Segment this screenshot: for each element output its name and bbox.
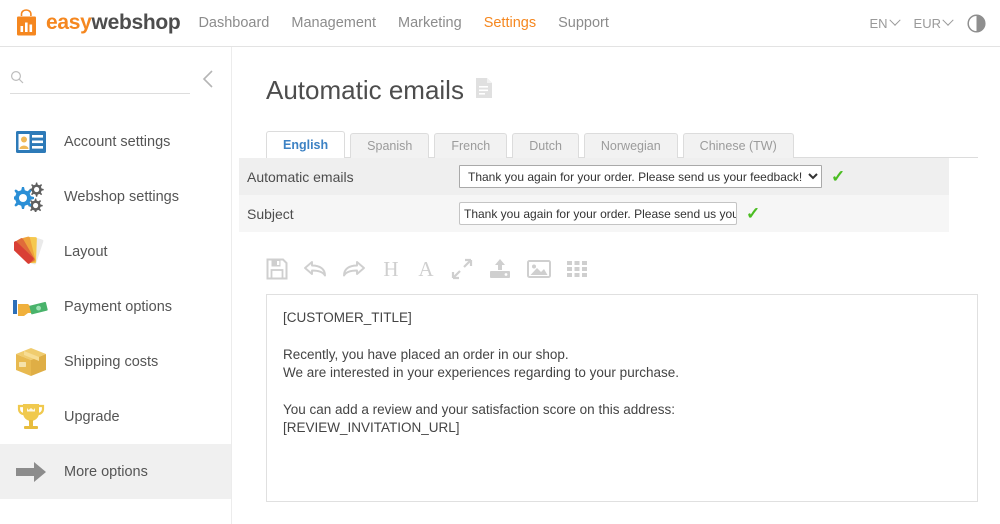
tab-chinese-tw[interactable]: Chinese (TW): [682, 133, 794, 158]
save-icon[interactable]: [266, 258, 288, 280]
hand-money-icon: [12, 288, 50, 326]
tab-spanish[interactable]: Spanish: [350, 133, 430, 158]
currency-selector[interactable]: EUR: [913, 14, 954, 31]
sidebar-item-label: Webshop settings: [64, 188, 179, 205]
chevron-left-icon[interactable]: [190, 69, 221, 94]
trophy-icon: [12, 398, 50, 436]
arrow-right-icon: [12, 453, 50, 491]
tab-french[interactable]: French: [434, 133, 508, 158]
subject-input[interactable]: [459, 202, 737, 225]
package-box-icon: [12, 343, 50, 381]
sidebar: Account settings Webshop settings Layout…: [0, 47, 232, 524]
nav-item-management[interactable]: Management: [291, 15, 376, 31]
page-title-row: Automatic emails: [232, 47, 1000, 106]
automatic-emails-select[interactable]: Thank you again for your order. Please s…: [459, 165, 822, 188]
sidebar-search-row: [0, 47, 231, 94]
image-icon[interactable]: [527, 258, 551, 280]
green-check-icon: ✓: [831, 167, 846, 186]
tab-dutch[interactable]: Dutch: [512, 133, 579, 158]
nav-item-dashboard[interactable]: Dashboard: [198, 15, 269, 31]
editor-spacer: [283, 383, 961, 401]
green-check-icon: ✓: [746, 204, 761, 223]
email-body-editor[interactable]: [CUSTOMER_TITLE] Recently, you have plac…: [266, 294, 978, 502]
tab-norwegian[interactable]: Norwegian: [583, 133, 678, 158]
language-selector[interactable]: EN: [869, 14, 901, 31]
form-row-automatic-emails: Automatic emails Thank you again for you…: [239, 158, 949, 195]
sidebar-item-layout[interactable]: Layout: [0, 224, 231, 279]
svg-text:A: A: [418, 258, 434, 280]
tab-english[interactable]: English: [266, 131, 346, 158]
search-input[interactable]: [30, 72, 190, 86]
sidebar-item-label: Account settings: [64, 133, 171, 150]
editor-toolbar: H A: [266, 252, 1000, 286]
main-content: Automatic emails English Spanish French …: [232, 47, 1000, 524]
settings-form: Automatic emails Thank you again for you…: [239, 158, 949, 232]
sidebar-item-more-options[interactable]: More options: [0, 444, 231, 499]
chevron-down-icon: [888, 14, 901, 26]
sidebar-item-account-settings[interactable]: Account settings: [0, 114, 231, 169]
gears-icon: [12, 178, 50, 216]
form-label: Automatic emails: [247, 168, 354, 185]
editor-line-review-url: [REVIEW_INVITATION_URL]: [283, 420, 460, 435]
sidebar-item-label: Upgrade: [64, 408, 120, 425]
upload-icon[interactable]: [488, 258, 512, 280]
top-header-bar: easywebshop Dashboard Management Marketi…: [0, 0, 1000, 47]
sidebar-item-payment-options[interactable]: Payment options: [0, 279, 231, 334]
form-control: Thank you again for your order. Please s…: [459, 165, 845, 188]
form-row-subject: Subject ✓: [239, 195, 949, 232]
nav-item-settings[interactable]: Settings: [484, 15, 536, 31]
page-title: Automatic emails: [266, 75, 464, 105]
font-icon[interactable]: A: [416, 258, 436, 280]
header-right-controls: EN EUR: [869, 13, 1000, 33]
sidebar-item-upgrade[interactable]: Upgrade: [0, 389, 231, 444]
language-tabs: English Spanish French Dutch Norwegian C…: [266, 131, 978, 158]
editor-line-interested: We are interested in your experiences re…: [283, 365, 679, 380]
fullscreen-icon[interactable]: [451, 258, 473, 280]
search-box[interactable]: [10, 70, 190, 94]
grid-icon[interactable]: [566, 259, 588, 279]
redo-icon[interactable]: [342, 258, 366, 280]
sidebar-menu: Account settings Webshop settings Layout…: [0, 114, 231, 499]
heading-icon[interactable]: H: [381, 258, 401, 280]
nav-item-support[interactable]: Support: [558, 15, 609, 31]
id-card-icon: [12, 123, 50, 161]
undo-icon[interactable]: [303, 258, 327, 280]
form-control: ✓: [459, 202, 760, 225]
brand-name-webshop: webshop: [91, 11, 181, 34]
editor-line-recently: Recently, you have placed an order in ou…: [283, 346, 569, 362]
main-navigation: Dashboard Management Marketing Settings …: [198, 15, 608, 31]
contrast-circle-icon[interactable]: [967, 13, 986, 33]
currency-selector-label: EUR: [913, 15, 941, 31]
sidebar-item-label: More options: [64, 463, 148, 480]
sidebar-item-label: Shipping costs: [64, 353, 159, 370]
brand-name-easy: easy: [46, 11, 92, 34]
editor-line-customer-title: [CUSTOMER_TITLE]: [283, 310, 412, 325]
chevron-down-icon: [942, 14, 954, 26]
shopping-bag-chart-icon: [14, 9, 39, 37]
editor-spacer: [283, 328, 961, 346]
search-icon: [10, 70, 24, 89]
brand-logo[interactable]: easywebshop: [0, 9, 181, 37]
sidebar-item-label: Layout: [64, 243, 108, 260]
language-selector-label: EN: [869, 15, 888, 31]
editor-line-review-prompt: You can add a review and your satisfacti…: [283, 401, 675, 417]
nav-item-marketing[interactable]: Marketing: [398, 15, 462, 31]
svg-text:H: H: [383, 258, 398, 280]
sidebar-item-webshop-settings[interactable]: Webshop settings: [0, 169, 231, 224]
sidebar-item-shipping-costs[interactable]: Shipping costs: [0, 334, 231, 389]
document-page-icon[interactable]: [474, 77, 494, 104]
form-label: Subject: [247, 205, 294, 222]
sidebar-item-label: Payment options: [64, 298, 173, 315]
color-swatches-icon: [12, 233, 50, 271]
